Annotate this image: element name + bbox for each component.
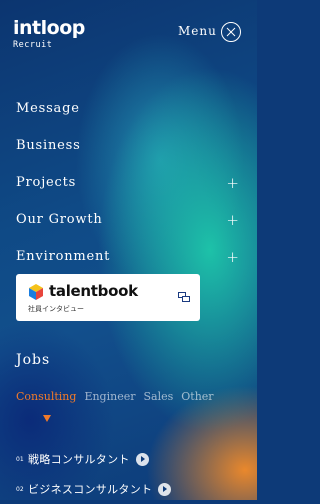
external-link-icon bbox=[178, 292, 190, 302]
nav-item-projects[interactable]: Projects + bbox=[16, 164, 240, 201]
nav-item-label: Environment bbox=[16, 249, 111, 264]
nav-item-label: Business bbox=[16, 138, 81, 153]
nav-item-label: Message bbox=[16, 101, 80, 116]
jobs-heading: Jobs bbox=[16, 352, 51, 368]
nav-item-environment[interactable]: Environment + bbox=[16, 238, 240, 275]
talentbook-banner[interactable]: talentbook 社員インタビュー bbox=[16, 274, 200, 321]
job-label: ビジネスコンサルタント bbox=[28, 483, 153, 496]
plus-icon[interactable]: + bbox=[226, 211, 240, 229]
close-icon bbox=[226, 27, 236, 37]
main-nav: Message Business Projects + Our Growth +… bbox=[16, 90, 240, 275]
job-number: 01 bbox=[16, 455, 24, 463]
plus-icon[interactable]: + bbox=[226, 248, 240, 266]
list-item[interactable]: 01 戦略コンサルタント bbox=[16, 444, 246, 474]
talentbook-subtitle: 社員インタビュー bbox=[28, 305, 84, 313]
logo-main: intloop bbox=[13, 17, 85, 39]
play-icon bbox=[158, 482, 172, 496]
tab-engineer[interactable]: Engineer bbox=[84, 390, 135, 403]
talentbook-name: talentbook bbox=[49, 282, 138, 300]
job-number: 02 bbox=[16, 485, 24, 493]
play-icon bbox=[135, 452, 149, 466]
jobs-tabs: Consulting Engineer Sales Other bbox=[16, 390, 214, 403]
logo-sub: Recruit bbox=[13, 40, 53, 50]
tab-sales[interactable]: Sales bbox=[143, 390, 173, 403]
close-button[interactable] bbox=[221, 22, 241, 42]
jobs-list: 01 戦略コンサルタント 02 ビジネスコンサルタント bbox=[16, 444, 246, 504]
tab-consulting[interactable]: Consulting bbox=[16, 390, 76, 403]
talentbook-logo-icon bbox=[29, 284, 43, 300]
nav-item-business[interactable]: Business bbox=[16, 127, 240, 164]
plus-icon[interactable]: + bbox=[226, 174, 240, 192]
nav-item-label: Our Growth bbox=[16, 212, 103, 227]
header: intloop Recruit Menu bbox=[0, 0, 257, 60]
nav-item-label: Projects bbox=[16, 175, 77, 190]
menu-label[interactable]: Menu bbox=[178, 24, 217, 38]
logo[interactable]: intloop Recruit bbox=[13, 18, 85, 50]
nav-item-message[interactable]: Message bbox=[16, 90, 240, 127]
job-label: 戦略コンサルタント bbox=[28, 453, 130, 466]
nav-item-our-growth[interactable]: Our Growth + bbox=[16, 201, 240, 238]
tab-other[interactable]: Other bbox=[181, 390, 213, 403]
active-tab-indicator-icon bbox=[43, 415, 51, 422]
